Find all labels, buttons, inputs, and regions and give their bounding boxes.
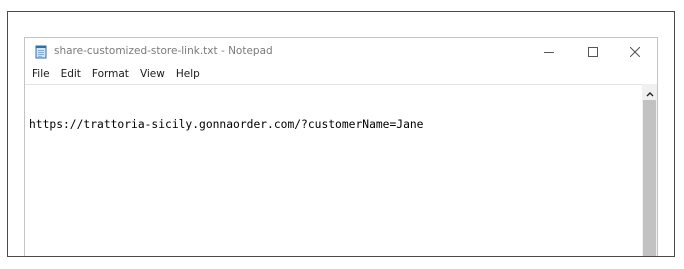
document-text: https://trattoria-sicily.gonnaorder.com/… (29, 118, 424, 131)
vertical-scrollbar[interactable] (642, 84, 657, 256)
menu-format[interactable]: Format (86, 66, 134, 82)
menu-edit[interactable]: Edit (55, 66, 86, 82)
scroll-up-button[interactable] (642, 84, 657, 99)
notepad-icon (34, 44, 48, 59)
menu-bar: File Edit Format View Help (25, 66, 205, 82)
maximize-icon (588, 42, 598, 61)
notepad-window: share-customized-store-link.txt - Notepa… (24, 37, 658, 256)
chevron-up-icon (646, 82, 654, 101)
minimize-button[interactable] (527, 38, 571, 64)
maximize-button[interactable] (571, 38, 615, 64)
menu-view[interactable]: View (134, 66, 170, 82)
menu-help[interactable]: Help (170, 66, 205, 82)
text-editor[interactable]: https://trattoria-sicily.gonnaorder.com/… (25, 84, 642, 256)
close-button[interactable] (613, 38, 657, 64)
scroll-thumb[interactable] (643, 100, 656, 256)
menu-file[interactable]: File (25, 66, 55, 82)
close-icon (629, 42, 641, 61)
title-bar[interactable]: share-customized-store-link.txt - Notepa… (25, 38, 657, 65)
window-title: share-customized-store-link.txt - Notepa… (54, 45, 273, 57)
minimize-icon (544, 42, 554, 61)
screenshot-frame: share-customized-store-link.txt - Notepa… (7, 11, 675, 257)
